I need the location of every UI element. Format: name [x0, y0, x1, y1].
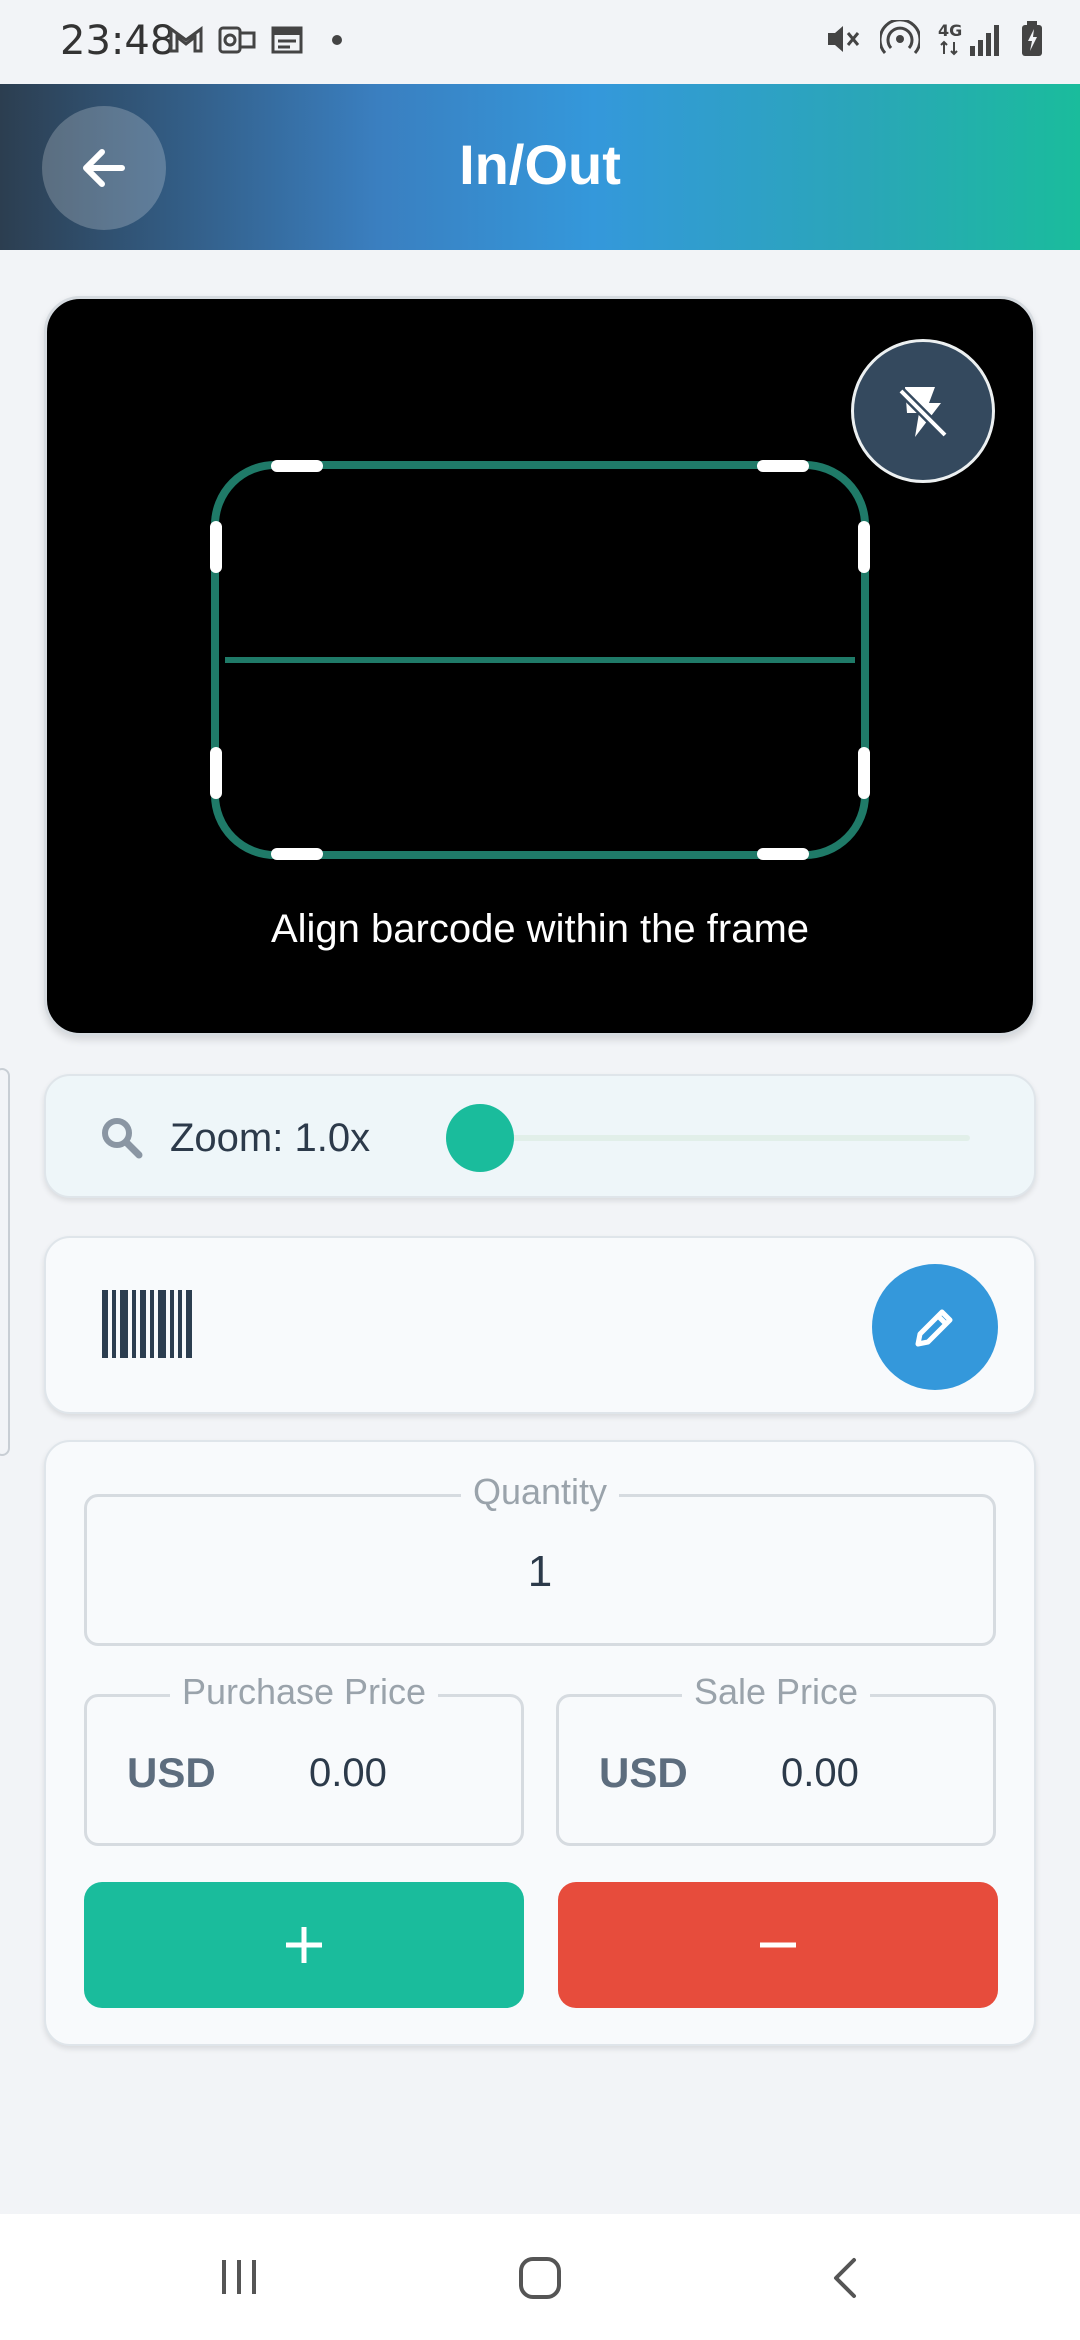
barcode-display [44, 1236, 1036, 1414]
calendar-icon [271, 26, 303, 54]
gmail-icon [169, 26, 203, 53]
quantity-label: Quantity [460, 1471, 620, 1512]
flash-off-icon [897, 387, 949, 439]
sale-price-field[interactable]: Sale Price USD 0.00 [556, 1671, 996, 1846]
zoom-slider-track[interactable] [470, 1135, 970, 1141]
app-header: In/Out [0, 84, 1080, 250]
zoom-label: Zoom: 1.0x [170, 1116, 371, 1160]
quantity-field[interactable]: Quantity 1 [84, 1471, 996, 1646]
plus-icon [286, 1927, 322, 1963]
purchase-price-label: Purchase Price [169, 1671, 439, 1712]
zoom-slider-thumb[interactable] [446, 1104, 514, 1172]
edit-barcode-button[interactable] [872, 1264, 998, 1390]
camera-preview[interactable]: Align barcode within the frame [44, 296, 1036, 1036]
mute-icon [828, 26, 860, 52]
remove-stock-button[interactable] [558, 1882, 998, 2008]
status-bar: 23:48 4G [0, 0, 1080, 84]
purchase-price-field[interactable]: Purchase Price USD 0.00 [84, 1671, 524, 1846]
sale-currency: USD [599, 1749, 688, 1796]
page-title: In/Out [459, 133, 621, 196]
status-right-icons: 4G [824, 20, 1044, 58]
system-nav-bar [0, 2214, 1080, 2340]
sale-price-label: Sale Price [681, 1671, 871, 1712]
recents-icon[interactable] [216, 2254, 262, 2300]
home-icon[interactable] [516, 2254, 564, 2302]
battery-icon [1022, 21, 1042, 56]
status-time: 23:48 [60, 18, 176, 64]
purchase-currency: USD [127, 1749, 216, 1796]
add-stock-button[interactable] [84, 1882, 524, 2008]
zoom-control: Zoom: 1.0x [44, 1074, 1036, 1198]
purchase-price-value: 0.00 [309, 1751, 387, 1795]
outlook-icon [218, 26, 256, 54]
quantity-value: 1 [527, 1547, 553, 1596]
stock-form: Quantity 1 Purchase Price USD 0.00 Sale … [44, 1440, 1036, 2046]
pencil-icon [915, 1309, 953, 1347]
back-icon[interactable] [826, 2254, 866, 2302]
sale-price-value: 0.00 [781, 1751, 859, 1795]
4g-signal-icon: 4G [938, 21, 999, 56]
status-left-icons [168, 24, 342, 56]
scan-hint: Align barcode within the frame [270, 907, 810, 951]
scan-frame [210, 460, 870, 860]
minus-icon [760, 1942, 796, 1948]
edge-drawer-handle[interactable] [0, 1068, 10, 1456]
barcode-icon [102, 1290, 192, 1358]
notification-dot [332, 35, 342, 45]
svg-text:4G: 4G [938, 21, 962, 40]
search-icon [102, 1118, 143, 1159]
hotspot-icon [880, 20, 920, 54]
